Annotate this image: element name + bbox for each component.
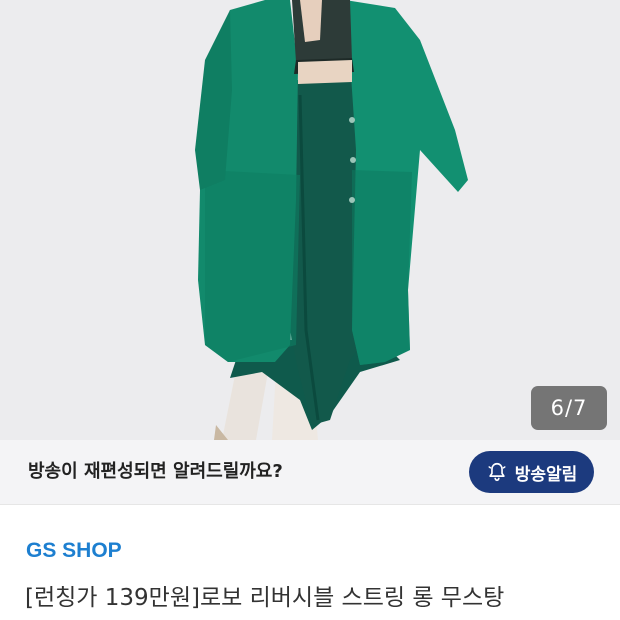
product-photo bbox=[0, 0, 620, 440]
bell-icon bbox=[488, 462, 506, 482]
notify-message: 방송이 재편성되면 알려드릴까요? bbox=[28, 461, 283, 482]
brand-logo[interactable]: GS SHOP bbox=[26, 536, 122, 566]
image-counter: 6/7 bbox=[531, 386, 607, 430]
product-title: [런칭가 139만원]로보 리버시블 스트링 롱 무스탕 bbox=[25, 585, 505, 611]
broadcast-alert-label: 방송알림 bbox=[514, 464, 578, 485]
broadcast-alert-button[interactable]: 방송알림 bbox=[469, 451, 594, 493]
divider bbox=[0, 504, 620, 505]
product-image-gallery[interactable]: 6/7 bbox=[0, 0, 620, 440]
